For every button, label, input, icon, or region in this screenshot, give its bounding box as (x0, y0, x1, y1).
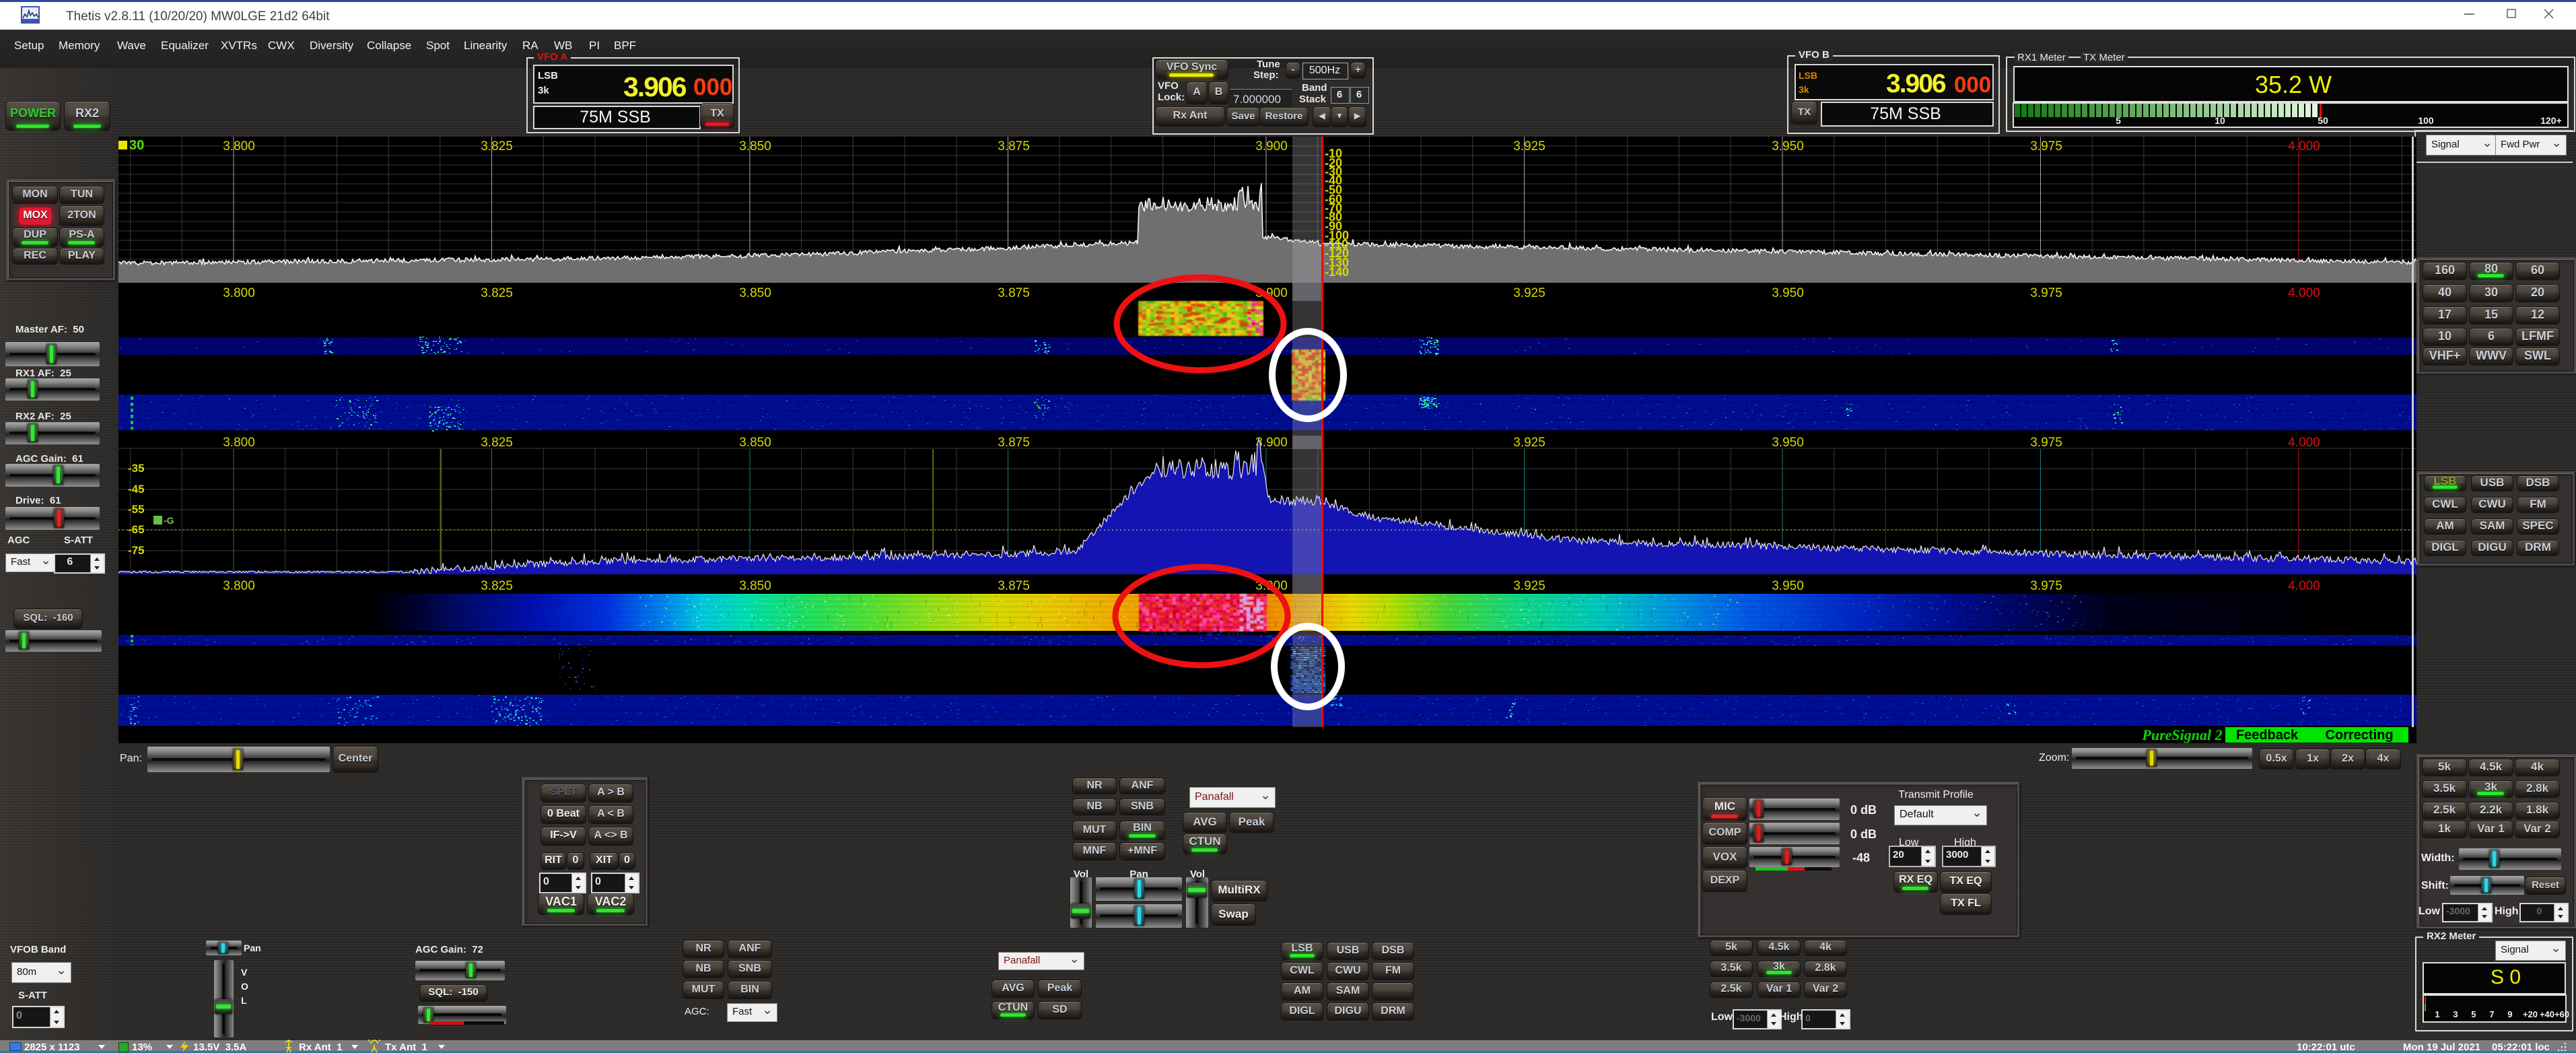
svg-text:3.825: 3.825 (481, 436, 513, 450)
svg-text:3.850: 3.850 (739, 286, 771, 300)
svg-text:-75: -75 (128, 544, 145, 557)
svg-text:3.975: 3.975 (2030, 436, 2062, 450)
svg-text:Feedback: Feedback (2236, 728, 2299, 743)
svg-text:3.950: 3.950 (1772, 286, 1804, 300)
svg-text:3.925: 3.925 (1513, 579, 1545, 593)
svg-text:3.925: 3.925 (1513, 436, 1545, 450)
svg-text:-55: -55 (128, 503, 145, 516)
svg-text:4.000: 4.000 (2288, 286, 2320, 300)
svg-text:3.850: 3.850 (739, 436, 771, 450)
svg-text:3.800: 3.800 (223, 139, 255, 154)
svg-text:3.875: 3.875 (998, 139, 1030, 154)
svg-text:-65: -65 (128, 523, 145, 536)
svg-text:3.850: 3.850 (739, 579, 771, 593)
svg-text:3.950: 3.950 (1772, 139, 1804, 154)
svg-text:-45: -45 (128, 483, 145, 496)
svg-text:3.975: 3.975 (2030, 579, 2062, 593)
svg-text:3.875: 3.875 (998, 286, 1030, 300)
svg-text:3.800: 3.800 (223, 436, 255, 450)
svg-text:3.900: 3.900 (1255, 139, 1288, 154)
svg-text:3.800: 3.800 (223, 286, 255, 300)
svg-text:3.825: 3.825 (481, 139, 513, 154)
svg-text:-35: -35 (128, 462, 145, 475)
svg-text:3.850: 3.850 (739, 139, 771, 154)
svg-text:3.950: 3.950 (1772, 579, 1804, 593)
svg-text:4.000: 4.000 (2288, 579, 2320, 593)
svg-text:-140: -140 (1325, 265, 1349, 279)
svg-text:30: 30 (129, 138, 144, 153)
svg-text:3.950: 3.950 (1772, 436, 1804, 450)
svg-text:3.925: 3.925 (1513, 139, 1545, 154)
svg-text:-G: -G (164, 515, 174, 526)
svg-text:3.825: 3.825 (481, 286, 513, 300)
svg-text:3.975: 3.975 (2030, 286, 2062, 300)
svg-text:Correcting: Correcting (2325, 728, 2393, 743)
svg-text:3.875: 3.875 (998, 579, 1030, 593)
svg-text:3.800: 3.800 (223, 579, 255, 593)
svg-text:3.825: 3.825 (481, 579, 513, 593)
svg-text:4.000: 4.000 (2288, 436, 2320, 450)
svg-text:PureSignal 2: PureSignal 2 (2141, 726, 2222, 743)
svg-text:3.875: 3.875 (998, 436, 1030, 450)
svg-text:3.975: 3.975 (2030, 139, 2062, 154)
svg-text:4.000: 4.000 (2288, 139, 2320, 154)
svg-text:3.925: 3.925 (1513, 286, 1545, 300)
